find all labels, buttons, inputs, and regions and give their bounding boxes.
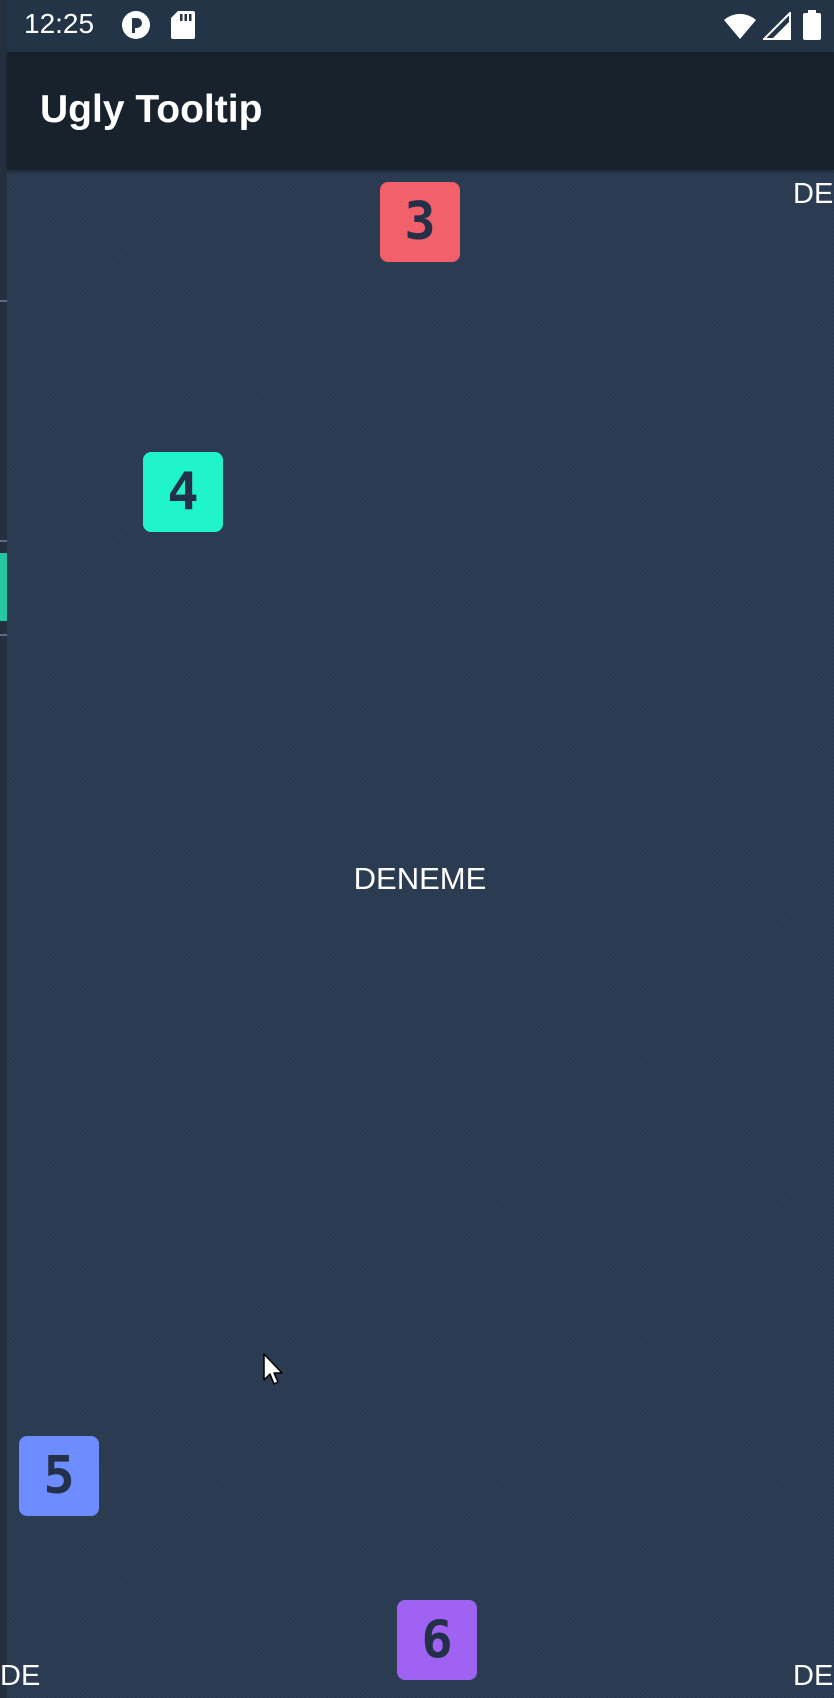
truncated-label-bottom-right: DE [793,1660,834,1692]
battery-icon [803,10,821,44]
badge-3[interactable]: 3 [380,182,460,262]
badge-6[interactable]: 6 [397,1600,477,1680]
wifi-icon [723,12,757,44]
status-bar: 12:25 [7,0,834,52]
badge-4[interactable]: 4 [143,452,223,532]
truncated-label-top-right: DE [793,178,834,210]
status-time: 12:25 [24,8,95,39]
sd-card-icon [171,10,195,44]
truncated-label-bottom-left: DE [0,1660,41,1692]
left-edge-strip [0,0,7,1698]
app-bar: Ugly Tooltip [7,52,834,170]
badge-5[interactable]: 5 [19,1436,99,1516]
app-screen: 12:25 Ugly Tooltip DE 3 4 5 6 DENEME DE … [0,0,834,1698]
app-title: Ugly Tooltip [40,88,263,131]
center-tooltip-text: DENEME [353,861,487,896]
mouse-cursor-icon [262,1352,286,1392]
app-notification-icon [121,10,151,44]
signal-icon [761,10,791,44]
